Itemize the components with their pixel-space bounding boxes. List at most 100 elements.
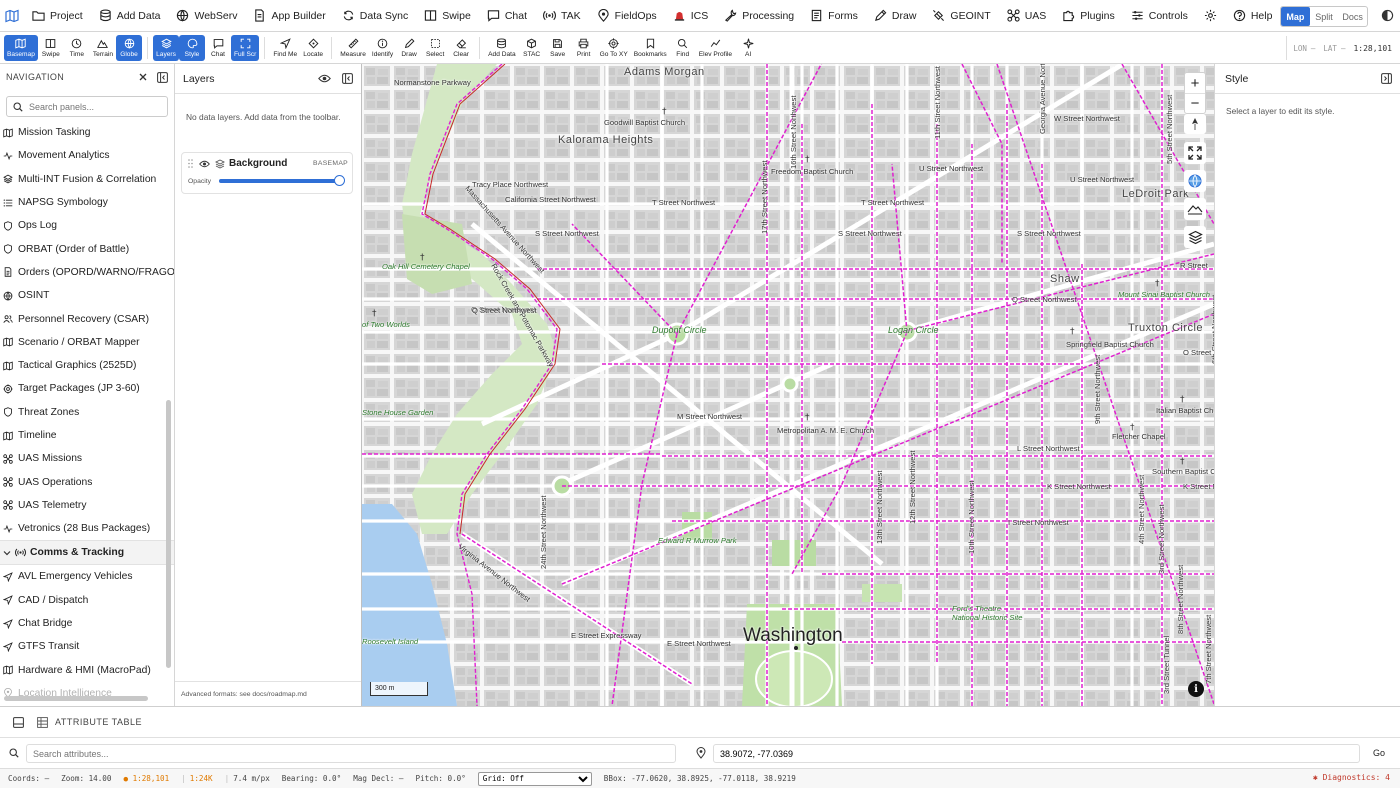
terrain-toggle-button[interactable] — [1184, 198, 1206, 220]
nav-item-hardware-hmi-macropad[interactable]: Hardware & HMI (MacroPad) — [0, 659, 174, 682]
tool-swipe-button[interactable]: Swipe — [38, 35, 64, 61]
view-tab-map[interactable]: Map — [1281, 7, 1310, 26]
attribute-table-bar[interactable]: ATTRIBUTE TABLE — [0, 706, 1400, 738]
nav-item-target-packages-jp-3-60[interactable]: Target Packages (JP 3-60) — [0, 377, 174, 400]
location-input[interactable] — [720, 748, 1353, 759]
attribute-search-box[interactable] — [26, 744, 676, 763]
go-button[interactable]: Go — [1364, 743, 1394, 763]
menu-project[interactable]: Project — [24, 0, 91, 32]
tool-save-button[interactable]: Save — [545, 35, 571, 61]
nav-item-personnel-recovery-csar[interactable]: Personnel Recovery (CSAR) — [0, 307, 174, 330]
nav-item-uas-telemetry[interactable]: UAS Telemetry — [0, 494, 174, 517]
nav-item-avl-emergency-vehicles[interactable]: AVL Emergency Vehicles — [0, 565, 174, 588]
nav-item-osint[interactable]: OSINT — [0, 284, 174, 307]
tool-print-button[interactable]: Print — [571, 35, 597, 61]
visibility-eye-icon[interactable] — [317, 72, 331, 86]
nav-item-uas-operations[interactable]: UAS Operations — [0, 470, 174, 493]
menu-settings[interactable] — [1196, 0, 1225, 32]
tool-clear-button[interactable]: Clear — [448, 35, 474, 61]
tool-draw-button[interactable]: Draw — [396, 35, 422, 61]
view-tab-docs[interactable]: Docs — [1338, 7, 1367, 26]
view-tab-split[interactable]: Split — [1310, 7, 1339, 26]
tool-elev-profile-button[interactable]: Elev Profile — [696, 35, 735, 61]
menu-ics[interactable]: ICS — [665, 0, 717, 32]
tool-terrain-button[interactable]: Terrain — [90, 35, 116, 61]
map-fullscreen-button[interactable] — [1184, 142, 1206, 164]
nav-item-orders-opord-warno-frago[interactable]: Orders (OPORD/WARNO/FRAGO) — [0, 261, 174, 284]
nav-item-gtfs-transit[interactable]: GTFS Transit — [0, 635, 174, 658]
nav-item-chat-bridge[interactable]: Chat Bridge — [0, 612, 174, 635]
nav-item-location-intelligence[interactable]: Location Intelligence — [0, 682, 174, 705]
reset-north-button[interactable] — [1184, 114, 1206, 134]
nav-item-cad-dispatch[interactable]: CAD / Dispatch — [0, 589, 174, 612]
globe-view-button[interactable] — [1184, 170, 1206, 192]
tool-find-me-button[interactable]: Find Me — [270, 35, 300, 61]
tool-style-button[interactable]: Style — [179, 34, 206, 61]
map-canvas[interactable]: † † † † † † † † † † Adams Morgan Normanstone Par… — [362, 64, 1214, 706]
attribute-search-input[interactable] — [33, 748, 669, 759]
tool-full-scr-button[interactable]: Full Scr — [231, 34, 260, 61]
nav-item-multi-int-fusion-correlation[interactable]: Multi-INT Fusion & Correlation — [0, 168, 174, 191]
tool-identify-button[interactable]: Identify — [369, 35, 396, 61]
tool-layers-button[interactable]: Layers — [153, 34, 180, 61]
opacity-slider-handle[interactable] — [333, 175, 345, 186]
panel-search-box[interactable] — [6, 96, 168, 117]
menu-fieldops[interactable]: FieldOps — [589, 0, 665, 32]
collapse-panel-icon[interactable] — [1380, 73, 1392, 85]
drag-handle-icon[interactable] — [186, 159, 194, 169]
tool-find-button[interactable]: Find — [670, 35, 696, 61]
attribution-info-button[interactable]: i — [1188, 681, 1204, 697]
nav-item-orbat-order-of-battle[interactable]: ORBAT (Order of Battle) — [0, 237, 174, 260]
zoom-in-button[interactable]: + — [1185, 73, 1205, 93]
menu-geoint[interactable]: GEOINT — [924, 0, 998, 32]
tool-ai-button[interactable]: AI — [735, 35, 761, 61]
nav-item-ops-log[interactable]: Ops Log — [0, 214, 174, 237]
background-layer-card[interactable]: Background BASEMAP Opacity — [181, 152, 353, 194]
tool-go-to-xy-button[interactable]: Go To XY — [597, 35, 631, 61]
app-logo-icon[interactable] — [0, 0, 24, 32]
tool-globe-button[interactable]: Globe — [116, 34, 143, 61]
menu-data-sync[interactable]: Data Sync — [334, 0, 416, 32]
menu-webserv[interactable]: WebServ — [168, 0, 245, 32]
navigation-scrollbar[interactable] — [166, 400, 171, 668]
nav-item-vetronics-28-bus-packages[interactable]: Vetronics (28 Bus Packages) — [0, 517, 174, 540]
panel-search-input[interactable] — [29, 101, 159, 112]
nav-item-timeline[interactable]: Timeline — [0, 424, 174, 447]
menu-forms[interactable]: Forms — [802, 0, 866, 32]
layer-visibility-icon[interactable] — [198, 159, 210, 169]
nav-item-movement-analytics[interactable]: Movement Analytics — [0, 144, 174, 167]
layer-switcher-button[interactable] — [1184, 226, 1206, 248]
tool-measure-button[interactable]: Measure — [337, 35, 369, 61]
tool-add-data-button[interactable]: Add Data — [485, 35, 519, 61]
navigation-horizontal-scrollbar[interactable] — [4, 696, 148, 701]
nav-item-mission-tasking[interactable]: Mission Tasking — [0, 121, 174, 144]
diagnostics-indicator[interactable]: ✱ Diagnostics: 4 — [1313, 773, 1390, 782]
grid-select[interactable]: Grid: Off — [477, 771, 592, 786]
menu-draw[interactable]: Draw — [866, 0, 925, 32]
nav-item-threat-zones[interactable]: Threat Zones — [0, 401, 174, 424]
menu-add-data[interactable]: Add Data — [91, 0, 169, 32]
tool-basemap-button[interactable]: Basemap — [4, 34, 38, 61]
tool-bookmarks-button[interactable]: Bookmarks — [631, 35, 670, 61]
close-icon[interactable] — [136, 70, 150, 84]
collapse-panel-icon[interactable] — [156, 71, 168, 83]
nav-item-napsg-symbology[interactable]: NAPSG Symbology — [0, 191, 174, 214]
collapse-panel-icon[interactable] — [341, 73, 353, 85]
menu-controls[interactable]: Controls — [1123, 0, 1196, 32]
menu-processing[interactable]: Processing — [716, 0, 802, 32]
nav-item-scenario-orbat-mapper[interactable]: Scenario / ORBAT Mapper — [0, 331, 174, 354]
nav-item-tactical-graphics-2525d[interactable]: Tactical Graphics (2525D) — [0, 354, 174, 377]
menu-chat[interactable]: Chat — [479, 0, 535, 32]
tool-chat-button[interactable]: Chat — [205, 35, 231, 61]
zoom-out-button[interactable]: − — [1185, 93, 1205, 113]
nav-section-comms-tracking[interactable]: Comms & Tracking — [0, 540, 174, 566]
tool-select-button[interactable]: Select — [422, 35, 448, 61]
menu-uas[interactable]: UAS — [999, 0, 1055, 32]
menu-help[interactable]: Help — [1225, 0, 1281, 32]
menu-app-builder[interactable]: App Builder — [245, 0, 333, 32]
tool-locate-button[interactable]: Locate — [300, 35, 326, 61]
menu-tak[interactable]: TAK — [535, 0, 589, 32]
nav-item-uas-missions[interactable]: UAS Missions — [0, 447, 174, 470]
menu-plugins[interactable]: Plugins — [1054, 0, 1122, 32]
location-field[interactable] — [713, 744, 1360, 763]
